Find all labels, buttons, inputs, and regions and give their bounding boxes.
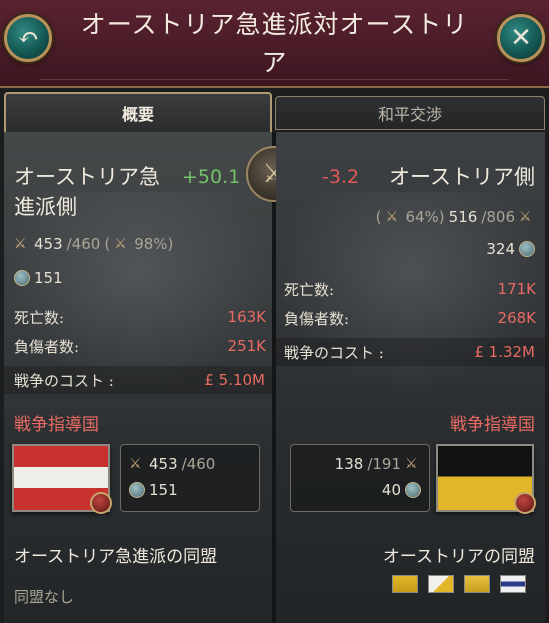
defender-wounded-row: 負傷者数: 268K — [284, 309, 536, 328]
attacker-wounded-row: 負傷者数: 251K — [14, 337, 266, 356]
attacker-alliance-none: 同盟なし — [14, 588, 75, 606]
ally-flag[interactable] — [428, 575, 454, 593]
ally-flag[interactable] — [464, 575, 490, 593]
battle-background — [4, 192, 273, 392]
leader-badge-icon — [90, 492, 112, 514]
crossed-swords-icon: ⚔ — [405, 456, 418, 472]
back-button[interactable]: ↶ — [4, 14, 52, 62]
close-icon: ✕ — [510, 23, 532, 53]
leader-badge-icon — [514, 492, 536, 514]
attacker-deaths-row: 死亡数: 163K — [14, 308, 266, 327]
page-title: オーストリア急進派対オーストリア — [80, 10, 469, 77]
defender-war-score: -3.2 — [322, 166, 360, 188]
ally-flag[interactable] — [500, 575, 526, 593]
morale-icon: ⚔ — [385, 209, 399, 225]
attacker-cost-row: 戦争のコスト : £ 5.10M — [4, 366, 273, 394]
defender-deaths-row: 死亡数: 171K — [284, 280, 536, 299]
back-arrow-icon: ↶ — [17, 23, 39, 53]
attacker-troops: ⚔ 453/460 (⚔ 98%) — [14, 235, 174, 253]
attacker-leader-stats: ⚔ 453/460 151 — [120, 444, 260, 512]
attacker-leader-title: 戦争指導国 — [14, 415, 99, 435]
defender-cost-row: 戦争のコスト : £ 1.32M — [276, 338, 545, 366]
defender-leader-stats: 138/191 ⚔ 40 — [290, 444, 430, 512]
defender-alliance-title: オーストリアの同盟 — [382, 547, 535, 567]
manpower-icon — [519, 241, 535, 257]
tab-bar: 概要 和平交渉 — [4, 92, 545, 132]
defender-side-name: オーストリア側 — [389, 165, 535, 189]
attacker-war-score: +50.1 — [182, 166, 241, 188]
tab-overview[interactable]: 概要 — [4, 92, 272, 132]
morale-icon: ⚔ — [114, 236, 127, 252]
crossed-swords-icon: ⚔ — [14, 236, 27, 252]
defender-troops: (⚔ 64%) 516/806 ⚔ — [376, 208, 535, 226]
manpower-icon — [129, 482, 145, 498]
attacker-leader-flag[interactable] — [12, 444, 112, 514]
ally-flag[interactable] — [392, 575, 418, 593]
manpower-icon — [405, 482, 421, 498]
attacker-panel: オーストリア急進派側 +50.1 ⚔ 453/460 (⚔ 98%) 151 死亡… — [4, 132, 273, 623]
attacker-manpower: 151 — [14, 269, 63, 287]
defender-leader-title: 戦争指導国 — [450, 415, 535, 435]
tab-peace-negotiation[interactable]: 和平交渉 — [275, 96, 545, 130]
defender-leader-flag[interactable] — [436, 444, 536, 514]
attacker-side-name: オーストリア急進派側 — [14, 165, 160, 219]
defender-manpower: 324 — [486, 240, 535, 258]
defender-panel: -3.2 オーストリア側 (⚔ 64%) 516/806 ⚔ 324 死亡数: 1… — [276, 132, 545, 623]
close-button[interactable]: ✕ — [497, 14, 545, 62]
window-header: ↶ オーストリア急進派対オーストリア ✕ — [0, 0, 549, 88]
crossed-swords-icon: ⚔ — [129, 456, 142, 472]
manpower-icon — [14, 270, 30, 286]
crossed-swords-icon: ⚔ — [519, 209, 532, 225]
attacker-alliance-title: オーストリア急進派の同盟 — [14, 547, 218, 567]
